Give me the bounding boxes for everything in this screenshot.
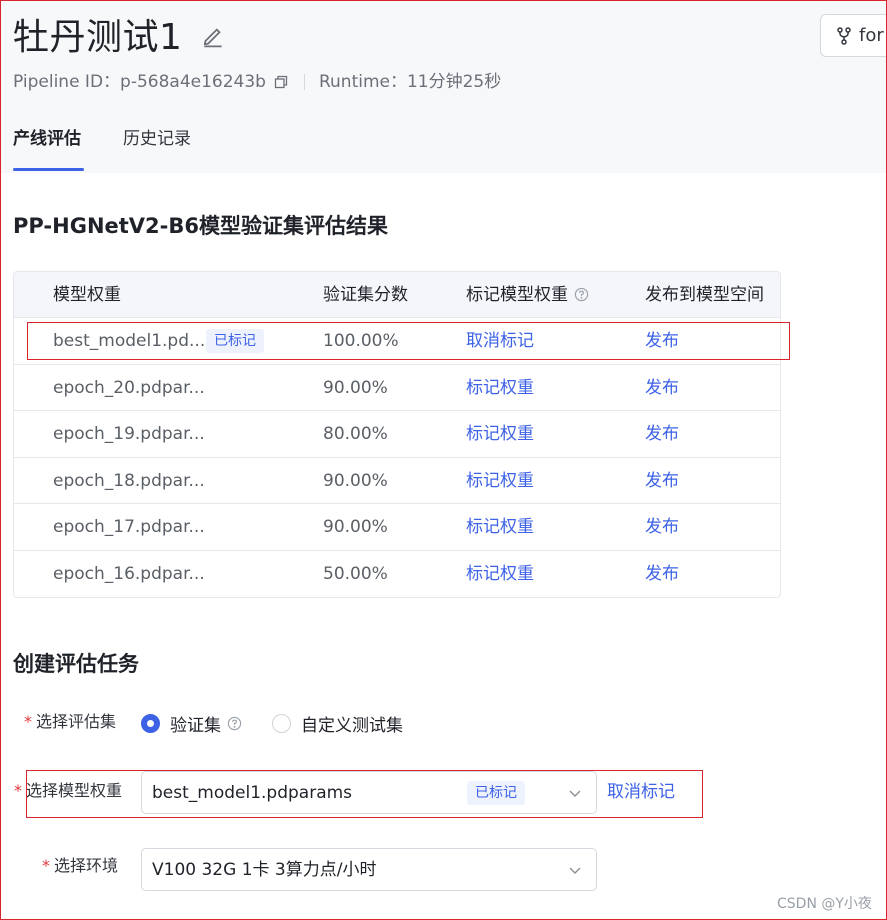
env-label: * 选择环境 [42, 855, 118, 877]
runtime: Runtime：11分钟25秒 [318, 72, 502, 92]
chevron-down-icon [569, 790, 581, 797]
meta-divider [303, 74, 305, 90]
mark-weight-link[interactable]: 标记权重 [466, 377, 534, 399]
weight-name: epoch_19.pdpar... [53, 424, 205, 445]
radio-checked-icon[interactable] [141, 714, 160, 733]
mark-weight-link[interactable]: 标记权重 [466, 423, 534, 445]
col-mark: 标记模型权重 [466, 284, 589, 306]
publish-link[interactable]: 发布 [645, 470, 679, 492]
copy-icon[interactable] [274, 75, 288, 89]
results-title: PP-HGNetV2-B6模型验证集评估结果 [13, 214, 388, 238]
tab-evaluation[interactable]: 产线评估 [13, 127, 84, 171]
score-value: 90.00% [323, 377, 388, 398]
radio-validation-set[interactable]: 验证集 [141, 711, 242, 736]
mark-weight-link[interactable]: 标记权重 [466, 470, 534, 492]
eval-set-radio-group: 验证集 自定义测试集 [141, 711, 433, 736]
table-header: 模型权重 验证集分数 标记模型权重 发布到模型空间 [14, 272, 780, 318]
edit-icon[interactable] [200, 22, 226, 48]
table-row: epoch_16.pdpar... 50.00% 标记权重 发布 [14, 551, 780, 597]
pipeline-id: Pipeline ID：p-568a4e16243b [13, 72, 266, 92]
weight-name: epoch_17.pdpar... [53, 517, 205, 538]
create-task-title: 创建评估任务 [13, 652, 139, 676]
unmark-link[interactable]: 取消标记 [466, 330, 534, 352]
results-table: 模型权重 验证集分数 标记模型权重 发布到模型空间 best_model1.pd… [13, 271, 781, 598]
unmark-weight-link[interactable]: 取消标记 [607, 781, 675, 803]
env-label-text: 选择环境 [54, 856, 119, 875]
score-value: 90.00% [323, 517, 388, 538]
table-row: epoch_19.pdpar... 80.00% 标记权重 发布 [14, 411, 780, 458]
mark-weight-link[interactable]: 标记权重 [466, 563, 534, 585]
table-row: best_model1.pd... 已标记 100.00% 取消标记 发布 [14, 318, 780, 365]
tab-bar: 产线评估 历史记录 [13, 127, 191, 171]
score-value: 80.00% [323, 424, 388, 445]
weight-select-value: best_model1.pdparams [152, 783, 353, 803]
table-row: epoch_17.pdpar... 90.00% 标记权重 发布 [14, 504, 780, 551]
help-icon[interactable] [574, 287, 589, 302]
fork-button[interactable]: for [820, 14, 887, 57]
env-select-value: V100 32G 1卡 3算力点/小时 [152, 860, 377, 880]
marked-badge: 已标记 [467, 781, 525, 805]
fork-label: for [859, 25, 884, 46]
score-value: 100.00% [323, 331, 399, 351]
weight-name: best_model1.pd... [53, 331, 206, 351]
required-mark: * [42, 856, 50, 875]
publish-link[interactable]: 发布 [645, 563, 679, 585]
publish-link[interactable]: 发布 [645, 330, 679, 352]
radio-custom-test-set[interactable]: 自定义测试集 [272, 711, 403, 736]
eval-set-label: * 选择评估集 [24, 711, 116, 733]
weight-select[interactable]: best_model1.pdparams 已标记 [141, 771, 597, 814]
table-row: epoch_18.pdpar... 90.00% 标记权重 发布 [14, 458, 780, 505]
weight-name: epoch_16.pdpar... [53, 563, 205, 584]
weight-label-text: 选择模型权重 [26, 781, 123, 800]
weight-name: epoch_20.pdpar... [53, 377, 205, 398]
watermark: CSDN @Y小夜 [777, 896, 872, 912]
page-header: 牡丹测试1 for Pipeline ID：p-568a4e16243b Run… [0, 0, 887, 173]
col-score: 验证集分数 [323, 285, 408, 305]
pipeline-meta: Pipeline ID：p-568a4e16243b Runtime：11分钟2… [13, 70, 501, 94]
radio-validation-label: 验证集 [170, 716, 221, 736]
page-title: 牡丹测试1 [13, 17, 183, 58]
publish-link[interactable]: 发布 [645, 423, 679, 445]
score-value: 90.00% [323, 470, 388, 491]
table-row: epoch_20.pdpar... 90.00% 标记权重 发布 [14, 365, 780, 412]
publish-link[interactable]: 发布 [645, 377, 679, 399]
mark-weight-link[interactable]: 标记权重 [466, 516, 534, 538]
env-select[interactable]: V100 32G 1卡 3算力点/小时 [141, 848, 597, 891]
marked-badge: 已标记 [206, 329, 264, 353]
score-value: 50.00% [323, 563, 388, 584]
publish-link[interactable]: 发布 [645, 516, 679, 538]
col-publish: 发布到模型空间 [645, 285, 764, 305]
eval-set-label-text: 选择评估集 [36, 712, 117, 731]
required-mark: * [24, 712, 32, 731]
col-weight: 模型权重 [53, 285, 121, 305]
weight-label: * 选择模型权重 [14, 780, 122, 802]
tab-history[interactable]: 历史记录 [123, 127, 191, 151]
required-mark: * [14, 781, 22, 800]
chevron-down-icon [569, 867, 581, 874]
help-icon[interactable] [227, 716, 242, 731]
col-mark-label: 标记模型权重 [466, 285, 568, 305]
radio-custom-label: 自定义测试集 [301, 716, 403, 736]
fork-icon [837, 26, 851, 45]
weight-name: epoch_18.pdpar... [53, 470, 205, 491]
radio-unchecked-icon[interactable] [272, 714, 291, 733]
